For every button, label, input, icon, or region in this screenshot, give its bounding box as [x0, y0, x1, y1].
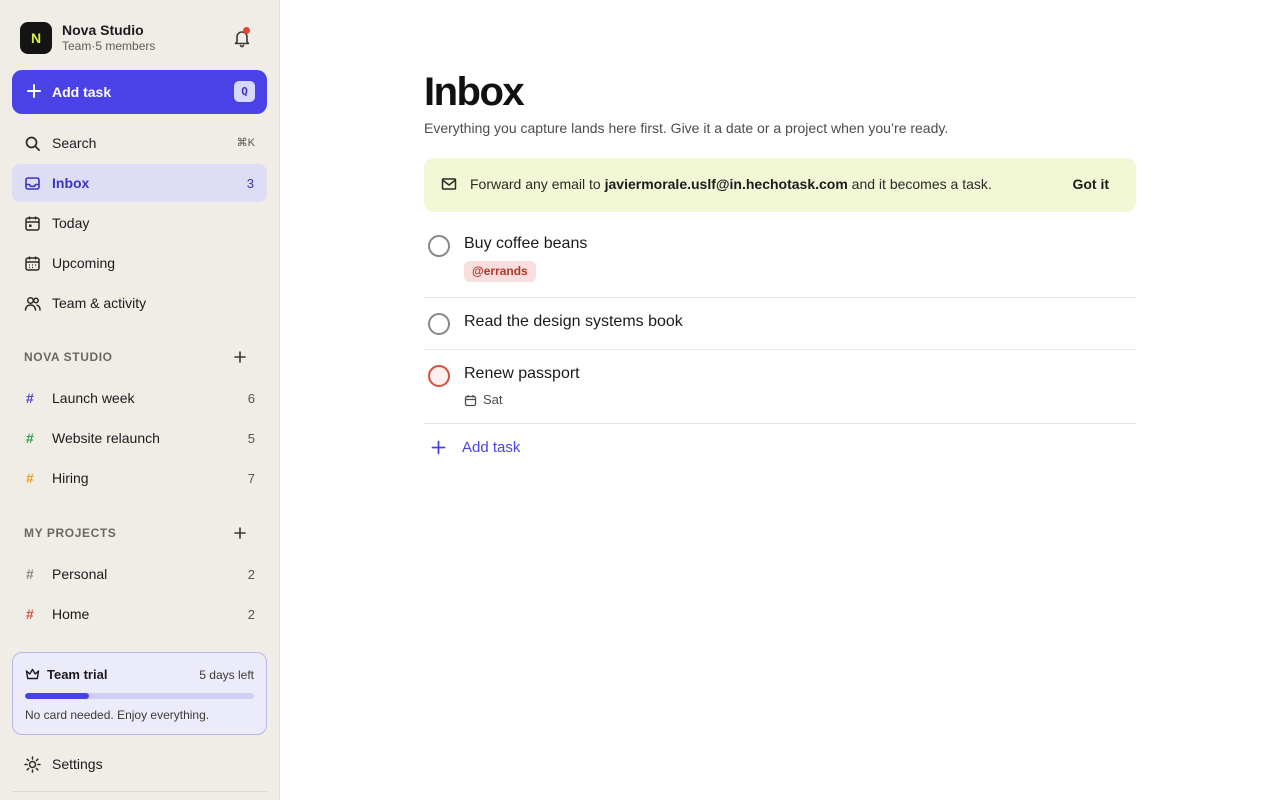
add-team-project-icon[interactable] [233, 350, 247, 364]
task-row[interactable]: Read the design systems book [424, 298, 1136, 350]
plus-icon [27, 84, 41, 98]
search-icon [25, 136, 40, 151]
project-personal[interactable]: # Personal 2 [12, 556, 267, 592]
trial-title: Team trial [47, 667, 108, 682]
project-name: Hiring [52, 470, 89, 486]
project-home[interactable]: # Home 2 [12, 596, 267, 632]
task-label-tag[interactable]: @errands [464, 261, 536, 282]
team-trial-card[interactable]: Team trial 5 days left No card needed. E… [12, 652, 267, 735]
project-name: Personal [52, 566, 108, 582]
nav-inbox-label: Inbox [52, 175, 90, 191]
page-subtitle: Everything you capture lands here first.… [424, 120, 949, 136]
nav-team-label: Team & activity [52, 295, 147, 311]
inline-add-task-label: Add task [462, 439, 521, 456]
inline-add-task-button[interactable]: Add task [424, 436, 624, 460]
nav-today[interactable]: Today [12, 204, 267, 242]
settings-label: Settings [52, 756, 103, 772]
workspace-name: Nova Studio [62, 22, 144, 38]
forward-email-address[interactable]: javiermorale.uslf@in.hechotask.com [605, 176, 848, 192]
workspace-switcher[interactable]: N Nova Studio Team·5 members [20, 22, 260, 54]
task-title: Read the design systems book [464, 313, 683, 330]
task-row[interactable]: Buy coffee beans @errands [424, 226, 1136, 298]
nav-search-label: Search [52, 135, 97, 151]
trial-progress-fill [25, 693, 90, 699]
sun-settings-icon [24, 756, 41, 773]
calendar-upcoming-icon [25, 256, 40, 271]
page-title: Inbox [424, 70, 525, 114]
nav-inbox[interactable]: Inbox 3 [12, 164, 267, 202]
trial-note: No card needed. Enjoy everything. [25, 708, 210, 722]
sidebar: N Nova Studio Team·5 members Add task Q … [0, 0, 280, 800]
team-section-title: NOVA STUDIO [24, 350, 113, 364]
users-icon [24, 296, 41, 311]
task-checkbox-priority[interactable] [428, 365, 450, 387]
settings-button[interactable]: Settings [12, 746, 267, 782]
project-count: 5 [247, 431, 255, 446]
project-hash-icon: # [26, 606, 34, 622]
sidebar-divider [12, 791, 267, 792]
banner-prefix: Forward any email to [470, 176, 605, 192]
add-task-button[interactable]: Add task Q [12, 70, 267, 114]
project-hiring[interactable]: # Hiring 7 [12, 460, 267, 496]
banner-text: Forward any email to javiermorale.uslf@i… [470, 176, 992, 192]
nav-search[interactable]: Search ⌘K [12, 124, 267, 162]
project-launch-week[interactable]: # Launch week 6 [12, 380, 267, 416]
nav-upcoming-label: Upcoming [52, 255, 116, 271]
project-count: 2 [247, 607, 255, 622]
calendar-icon [464, 395, 477, 407]
project-count: 6 [247, 391, 255, 406]
task-checkbox[interactable] [428, 235, 450, 257]
project-name: Launch week [52, 390, 135, 406]
project-count: 2 [247, 567, 255, 582]
my-projects-title: MY PROJECTS [24, 526, 117, 540]
task-checkbox[interactable] [428, 313, 450, 335]
task-title: Buy coffee beans [464, 235, 588, 252]
project-name: Home [52, 606, 90, 622]
plus-icon [431, 440, 446, 455]
task-title: Renew passport [464, 365, 580, 382]
inbox-count: 3 [246, 176, 254, 191]
nav-upcoming[interactable]: Upcoming [12, 244, 267, 282]
main-content: Inbox Everything you capture lands here … [424, 0, 1136, 800]
project-website-relaunch[interactable]: # Website relaunch 5 [12, 420, 267, 456]
search-shortcut: ⌘K [236, 137, 255, 149]
trial-remaining: 5 days left [199, 668, 254, 682]
add-task-shortcut: Q [234, 81, 255, 102]
notification-dot [243, 27, 250, 34]
workspace-subtitle: Team·5 members [62, 39, 156, 53]
mail-icon [441, 178, 457, 190]
project-name: Website relaunch [52, 430, 160, 446]
project-hash-icon: # [26, 566, 34, 582]
dismiss-banner-button[interactable]: Got it [1072, 176, 1109, 192]
task-row[interactable]: Renew passport Sat [424, 350, 1136, 424]
calendar-today-icon [25, 216, 40, 231]
nav-team-activity[interactable]: Team & activity [12, 284, 267, 322]
add-task-label: Add task [52, 84, 112, 100]
project-count: 7 [247, 471, 255, 486]
crown-icon [25, 668, 40, 680]
nav-today-label: Today [52, 215, 90, 231]
email-forward-banner: Forward any email to javiermorale.uslf@i… [424, 158, 1136, 212]
inbox-icon [25, 177, 40, 190]
trial-progress-bar [25, 693, 254, 699]
workspace-logo: N [20, 22, 52, 54]
banner-suffix: and it becomes a task. [847, 176, 992, 192]
project-hash-icon: # [26, 470, 34, 486]
project-hash-icon: # [26, 430, 34, 446]
project-hash-icon: # [26, 390, 34, 406]
task-due-label: Sat [483, 392, 503, 407]
add-my-project-icon[interactable] [233, 526, 247, 540]
